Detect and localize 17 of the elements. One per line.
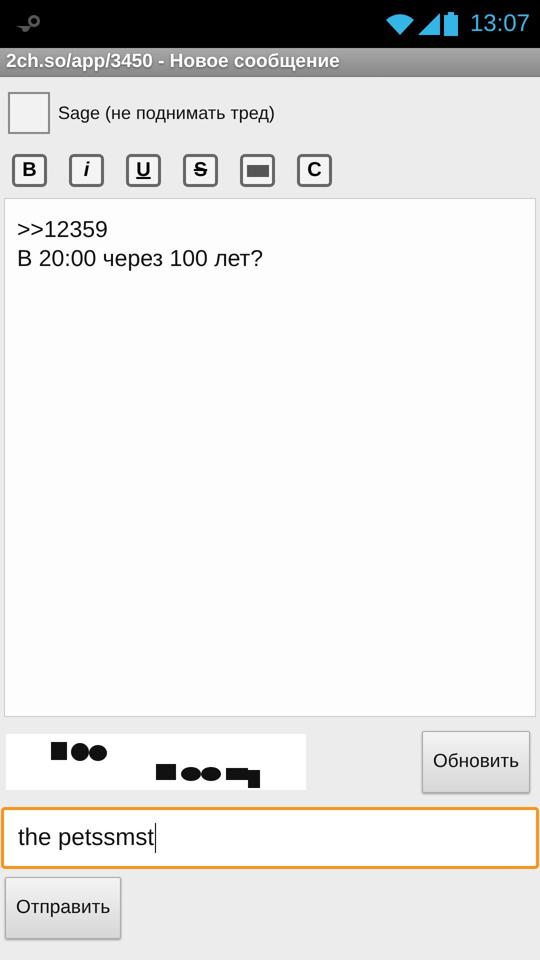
clock: 13:07 — [470, 10, 530, 38]
battery-icon — [444, 12, 458, 36]
code-button[interactable]: C — [297, 154, 332, 187]
checkbox[interactable] — [8, 92, 50, 134]
window-title: 2ch.so/app/3450 - Новое сообщение — [6, 51, 340, 73]
wifi-icon — [386, 13, 414, 35]
message-field[interactable]: >>12359 В 20:00 через 100 лет? — [4, 198, 536, 717]
underline-button[interactable]: U — [126, 154, 161, 187]
italic-button[interactable]: i — [69, 154, 104, 187]
checkbox-label[interactable]: Sage (не поднимать тред) — [58, 102, 275, 124]
spoiler-button[interactable] — [240, 154, 275, 187]
strike-button[interactable]: S — [183, 154, 218, 187]
refresh-button[interactable]: Обновить — [422, 731, 530, 793]
captcha-input-field[interactable]: the petssmst — [1, 807, 539, 869]
bold-button[interactable]: B — [12, 154, 47, 187]
send-button[interactable]: Отправить — [5, 877, 122, 939]
signal-icon — [418, 13, 440, 35]
